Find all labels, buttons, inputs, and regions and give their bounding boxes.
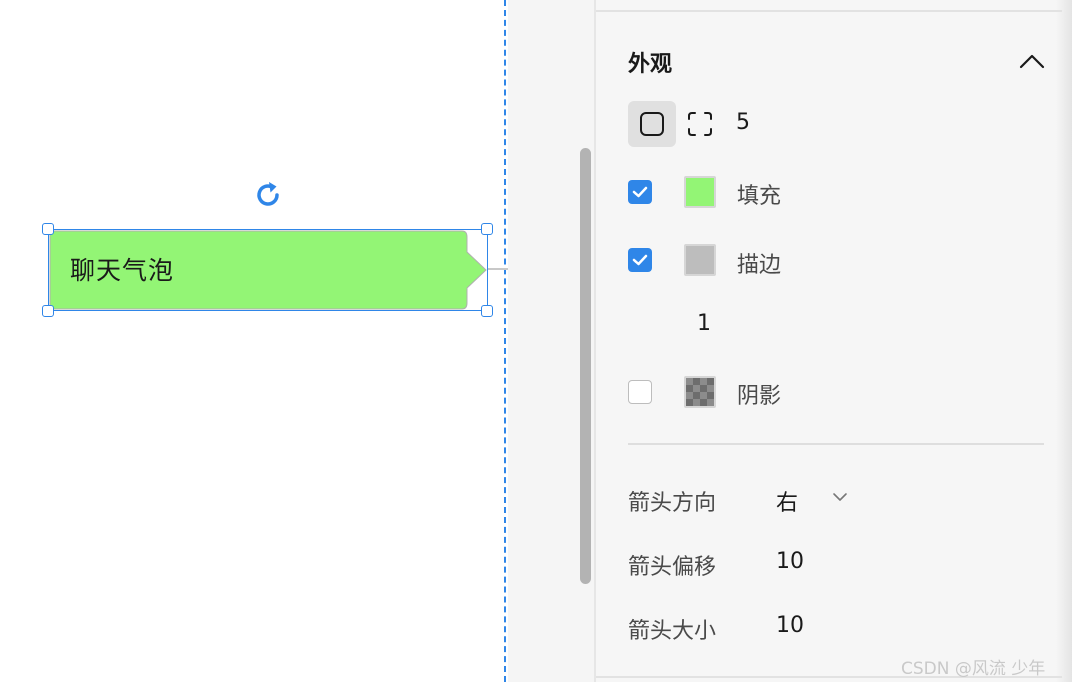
chevron-down-icon[interactable] (831, 489, 849, 505)
section-divider (628, 443, 1044, 445)
stroke-width-value[interactable]: 1 (697, 311, 711, 336)
uniform-corner-button[interactable] (628, 101, 676, 147)
individual-corners-icon[interactable] (684, 107, 716, 141)
fill-checkbox[interactable] (628, 180, 652, 204)
scrollbar[interactable] (580, 148, 591, 584)
arrow-direction-label: 箭头方向 (628, 491, 717, 516)
stroke-checkbox[interactable] (628, 248, 652, 272)
appearance-section-title: 外观 (628, 52, 673, 77)
check-icon (632, 186, 648, 198)
panel-edge-shadow (1056, 0, 1072, 682)
resize-handle-bottom-left[interactable] (42, 305, 54, 317)
arrow-offset-label: 箭头偏移 (628, 555, 717, 580)
watermark: CSDN @风流 少年 (901, 659, 1046, 679)
rounded-square-icon (640, 112, 664, 136)
canvas[interactable] (0, 0, 505, 682)
arrow-offset-input[interactable]: 10 (776, 549, 804, 574)
resize-handle-top-left[interactable] (42, 223, 54, 235)
resize-handle-bottom-right[interactable] (481, 305, 493, 317)
rotate-icon[interactable] (252, 179, 284, 211)
shadow-color-swatch[interactable] (684, 376, 716, 408)
panel-top-divider (596, 10, 1062, 12)
chat-bubble-shape[interactable]: 聊天气泡 (42, 223, 493, 317)
arrow-size-label: 箭头大小 (628, 619, 717, 644)
alignment-guide (504, 0, 506, 682)
fill-label: 填充 (737, 184, 782, 209)
resize-handle-top-right[interactable] (481, 223, 493, 235)
fill-color-swatch[interactable] (684, 176, 716, 208)
corner-radius-input[interactable] (736, 110, 776, 135)
check-icon (632, 254, 648, 266)
shadow-checkbox[interactable] (628, 380, 652, 404)
shadow-label: 阴影 (737, 384, 782, 409)
arrow-direction-select[interactable]: 右 (776, 485, 798, 517)
arrow-size-input[interactable]: 10 (776, 613, 804, 638)
chevron-up-icon[interactable] (1016, 48, 1048, 74)
stroke-label: 描边 (737, 253, 782, 278)
stroke-color-swatch[interactable] (684, 244, 716, 276)
bubble-text[interactable]: 聊天气泡 (70, 251, 174, 287)
